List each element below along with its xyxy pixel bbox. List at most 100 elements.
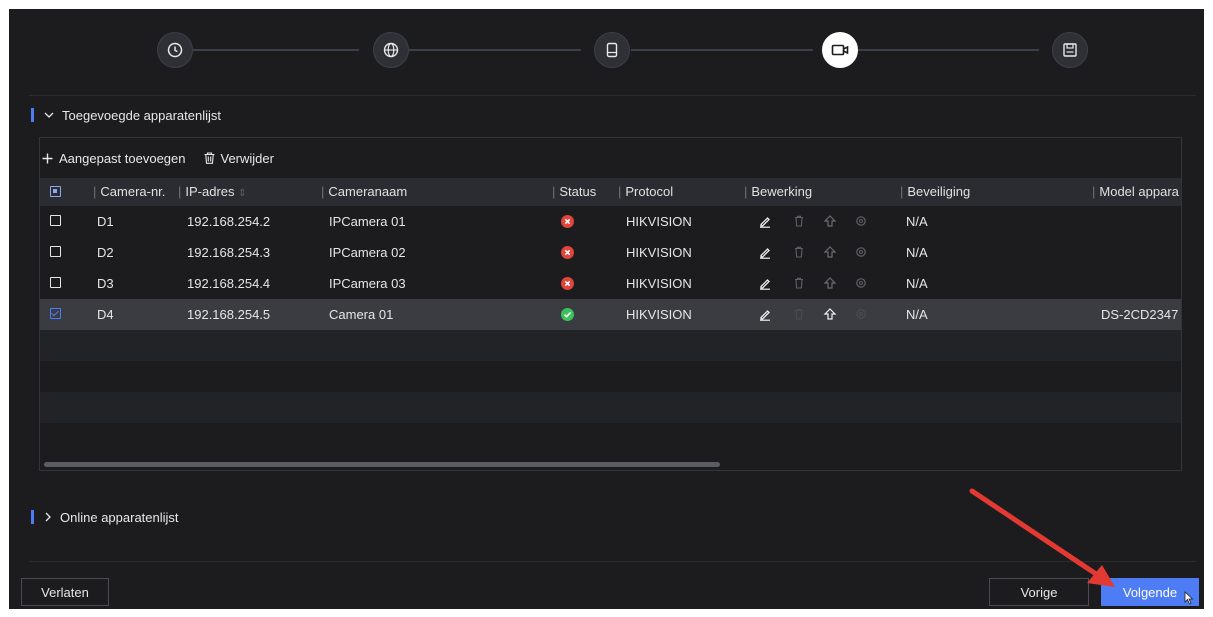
upgrade-icon[interactable] xyxy=(823,307,837,321)
table-row[interactable]: D3 192.168.254.4 IPCamera 03 HIKVISION N/A xyxy=(40,268,1181,299)
hdd-icon xyxy=(606,42,618,58)
delete-icon[interactable] xyxy=(792,307,806,321)
empty-row xyxy=(40,330,1181,361)
col-name[interactable]: | Cameranaam xyxy=(321,178,407,206)
col-camera-no[interactable]: | Camera-nr. xyxy=(93,178,165,206)
col-security[interactable]: | Beveiliging xyxy=(900,178,970,206)
step-connector xyxy=(177,49,359,51)
delete-icon[interactable] xyxy=(792,245,806,259)
exit-button[interactable]: Verlaten xyxy=(21,578,109,606)
edit-icon[interactable] xyxy=(758,245,772,259)
camera-no-cell: D2 xyxy=(97,245,114,260)
ip-cell: 192.168.254.2 xyxy=(187,214,271,229)
step-network[interactable] xyxy=(373,32,409,68)
table-row[interactable]: D4 192.168.254.5 Camera 01 HIKVISION N/A DS-2… xyxy=(40,299,1181,330)
settings-icon[interactable] xyxy=(854,245,868,259)
upgrade-icon[interactable] xyxy=(823,276,837,290)
name-cell: IPCamera 01 xyxy=(329,214,406,229)
added-devices-header[interactable]: Toegevoegde apparatenlijst xyxy=(31,107,221,123)
chevron-down-icon xyxy=(44,111,54,119)
camera-no-cell: D1 xyxy=(97,214,114,229)
horizontal-scrollbar[interactable] xyxy=(44,462,720,467)
row-checkbox[interactable] xyxy=(50,246,61,257)
step-connector xyxy=(857,49,1039,51)
security-cell: N/A xyxy=(906,245,928,260)
select-all-checkbox[interactable] xyxy=(50,186,61,197)
custom-add-button[interactable]: Aangepast toevoegen xyxy=(42,151,186,166)
edit-icon[interactable] xyxy=(758,276,772,290)
protocol-cell: HIKVISION xyxy=(626,276,692,291)
settings-icon[interactable] xyxy=(854,307,868,321)
empty-row xyxy=(40,361,1181,392)
name-cell: Camera 01 xyxy=(329,307,394,322)
delete-button[interactable]: Verwijder xyxy=(204,151,274,166)
wizard-steps xyxy=(9,9,1204,93)
sort-icon: ⇕ xyxy=(238,188,247,199)
section-accent-bar xyxy=(31,108,34,122)
col-edit[interactable]: | Bewerking xyxy=(744,178,812,206)
plus-icon xyxy=(42,153,53,163)
delete-icon[interactable] xyxy=(792,214,806,228)
model-cell: DS-2CD2347 xyxy=(1101,307,1179,322)
table-row[interactable]: D2 192.168.254.3 IPCamera 02 HIKVISION N/A xyxy=(40,237,1181,268)
protocol-cell: HIKVISION xyxy=(626,307,692,322)
mouse-cursor-icon xyxy=(1184,591,1194,605)
security-cell: N/A xyxy=(906,214,928,229)
empty-row xyxy=(40,392,1181,423)
protocol-cell: HIKVISION xyxy=(626,245,692,260)
delete-icon[interactable] xyxy=(792,276,806,290)
name-cell: IPCamera 02 xyxy=(329,245,406,260)
section-title: Toegevoegde apparatenlijst xyxy=(62,107,222,123)
step-time[interactable] xyxy=(157,32,193,68)
settings-icon[interactable] xyxy=(854,214,868,228)
table-header: | Camera-nr. | IP-adres ⇕ | Cameranaam | Sta… xyxy=(40,178,1181,206)
online-devices-header[interactable]: Online apparatenlijst xyxy=(31,509,179,525)
clock-icon xyxy=(167,42,183,58)
security-cell: N/A xyxy=(906,307,928,322)
row-checkbox[interactable] xyxy=(50,215,61,226)
col-ip[interactable]: | IP-adres ⇕ xyxy=(178,178,247,206)
chevron-right-icon xyxy=(44,512,52,522)
edit-icon[interactable] xyxy=(758,307,772,321)
globe-icon xyxy=(383,42,399,58)
edit-icon[interactable] xyxy=(758,214,772,228)
status-offline-icon xyxy=(561,277,574,290)
status-online-icon xyxy=(561,308,574,321)
name-cell: IPCamera 03 xyxy=(329,276,406,291)
table-row[interactable]: D1 192.168.254.2 IPCamera 01 HIKVISION N/A xyxy=(40,206,1181,237)
previous-button[interactable]: Vorige xyxy=(989,578,1089,606)
custom-add-label: Aangepast toevoegen xyxy=(59,150,186,166)
section-accent-bar xyxy=(31,510,34,524)
security-cell: N/A xyxy=(906,276,928,291)
upgrade-icon[interactable] xyxy=(823,245,837,259)
divider xyxy=(29,95,1196,96)
save-icon xyxy=(1063,43,1077,57)
camera-no-cell: D3 xyxy=(97,276,114,291)
protocol-cell: HIKVISION xyxy=(626,214,692,229)
step-save[interactable] xyxy=(1052,32,1088,68)
row-checkbox[interactable] xyxy=(50,308,61,319)
upgrade-icon[interactable] xyxy=(823,214,837,228)
step-camera[interactable] xyxy=(822,32,858,68)
col-status[interactable]: | Status xyxy=(552,178,596,206)
empty-row xyxy=(40,423,1181,454)
step-connector xyxy=(409,49,581,51)
camera-no-cell: D4 xyxy=(97,307,114,322)
camera-icon xyxy=(831,44,849,56)
ip-cell: 192.168.254.4 xyxy=(187,276,271,291)
section-title: Online apparatenlijst xyxy=(60,509,179,525)
row-checkbox[interactable] xyxy=(50,277,61,288)
device-toolbar: Aangepast toevoegen Verwijder xyxy=(42,150,292,166)
col-protocol[interactable]: | Protocol xyxy=(618,178,673,206)
ip-cell: 192.168.254.3 xyxy=(187,245,271,260)
settings-icon[interactable] xyxy=(854,276,868,290)
step-storage[interactable] xyxy=(594,32,630,68)
device-list-panel: Aangepast toevoegen Verwijder | Camera-nr… xyxy=(39,137,1182,471)
col-model[interactable]: | Model appara xyxy=(1092,178,1179,206)
ip-cell: 192.168.254.5 xyxy=(187,307,271,322)
trash-icon xyxy=(204,152,214,164)
delete-label: Verwijder xyxy=(220,150,274,166)
setup-wizard-window: Toegevoegde apparatenlijst Aangepast toe… xyxy=(9,9,1204,609)
status-offline-icon xyxy=(561,246,574,259)
divider xyxy=(29,561,1196,562)
